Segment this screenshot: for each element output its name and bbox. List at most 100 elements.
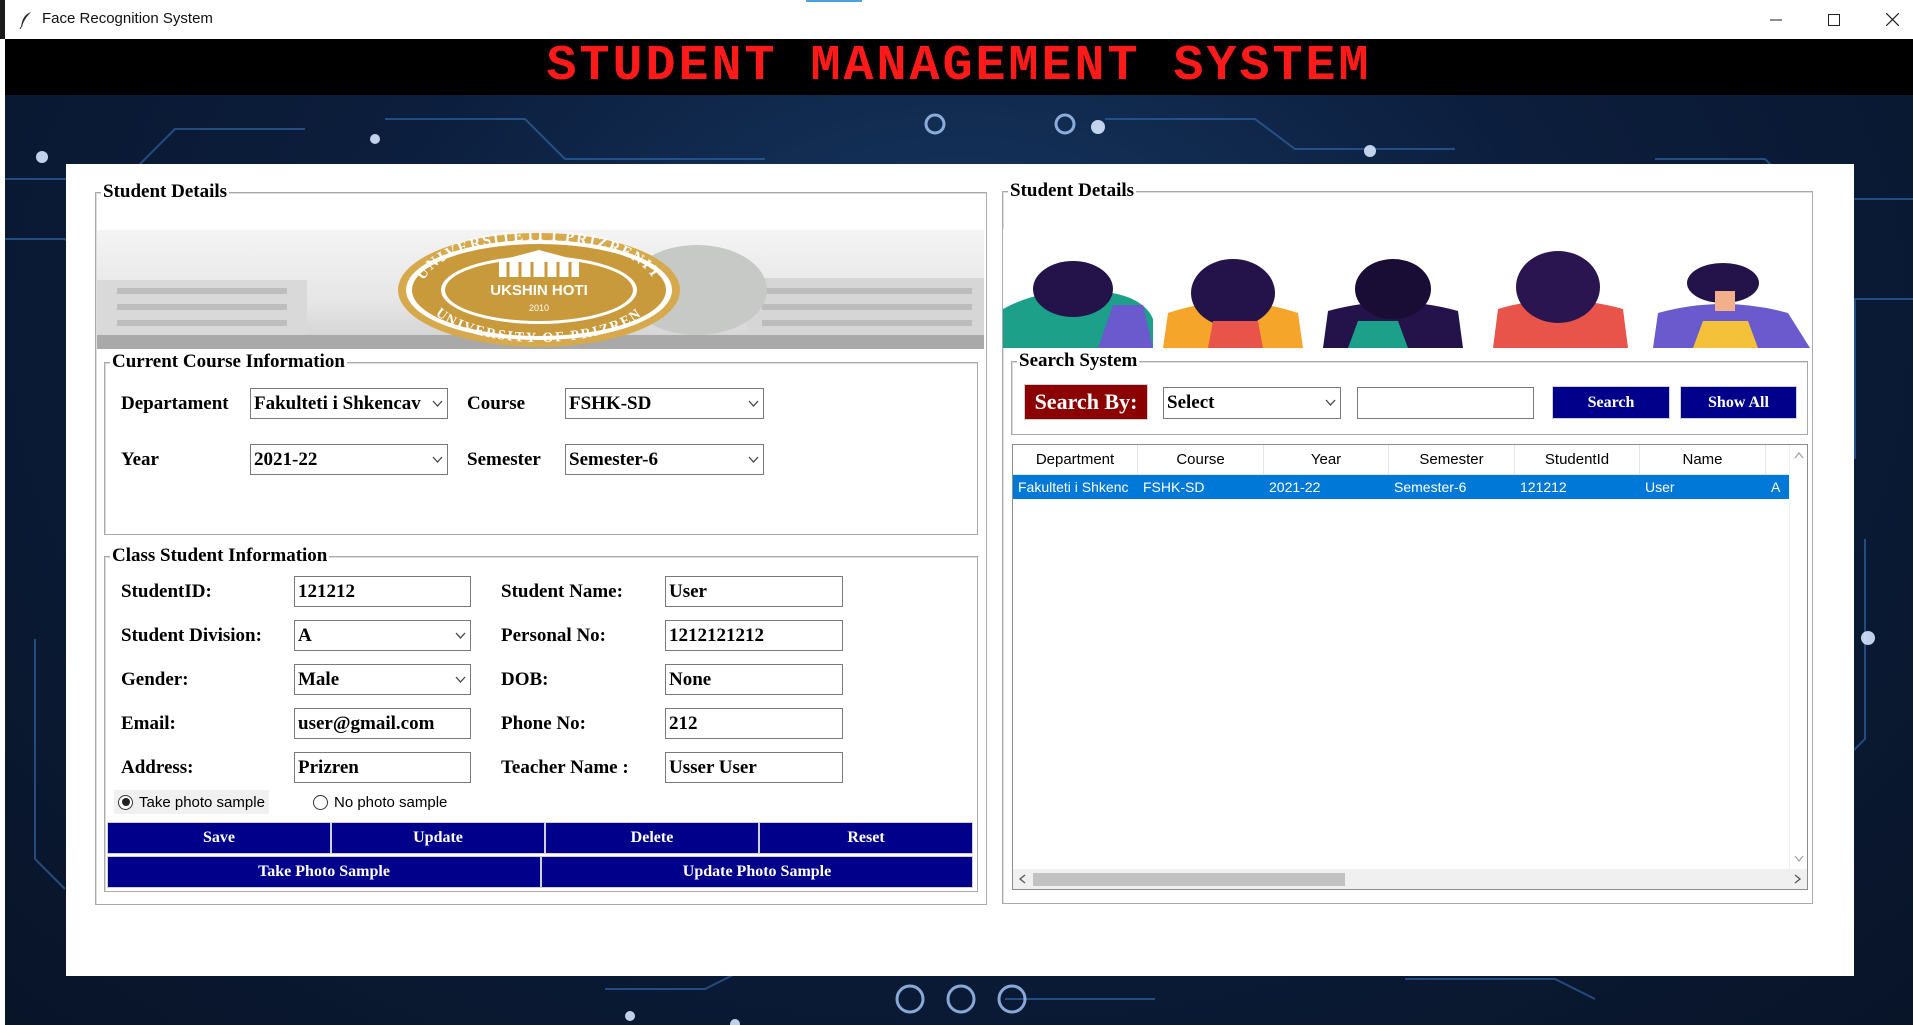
cell-semester: Semester-6 bbox=[1394, 479, 1467, 495]
column-header-studentid[interactable]: StudentId bbox=[1515, 445, 1640, 475]
address-label: Address: bbox=[121, 757, 194, 778]
students-banner bbox=[1003, 229, 1810, 348]
course-select[interactable]: FSHK-SD bbox=[565, 388, 764, 419]
left-frame-title: Student Details bbox=[101, 181, 230, 202]
course-select-value: FSHK-SD bbox=[569, 393, 652, 414]
student-id-label: StudentID: bbox=[121, 581, 212, 602]
feather-icon bbox=[19, 12, 31, 29]
cell-division: A bbox=[1771, 479, 1781, 495]
year-label: Year bbox=[121, 449, 159, 470]
email-field[interactable]: user@gmail.com bbox=[294, 708, 471, 739]
semester-label: Semester bbox=[467, 449, 541, 470]
column-header-overflow[interactable] bbox=[1766, 445, 1790, 475]
take-photo-radio[interactable]: Take photo sample bbox=[114, 790, 269, 814]
maximize-button[interactable] bbox=[1805, 0, 1863, 39]
take-photo-sample-button[interactable]: Take Photo Sample bbox=[107, 856, 541, 888]
chevron-down-icon bbox=[748, 400, 759, 407]
maximize-icon bbox=[1828, 13, 1840, 26]
show-all-button[interactable]: Show All bbox=[1680, 386, 1797, 419]
search-button[interactable]: Search bbox=[1552, 386, 1670, 419]
chevron-down-icon bbox=[455, 632, 466, 639]
dob-field[interactable]: None bbox=[665, 664, 843, 695]
teacher-label: Teacher Name : bbox=[501, 757, 629, 778]
student-id-field[interactable]: 121212 bbox=[294, 576, 471, 607]
semester-select-value: Semester-6 bbox=[569, 449, 658, 470]
minimize-icon bbox=[1770, 19, 1782, 20]
student-name-label: Student Name: bbox=[501, 581, 623, 602]
current-course-frame bbox=[104, 362, 978, 535]
no-photo-radio[interactable]: No photo sample bbox=[309, 790, 451, 814]
window-titlebar: Face Recognition System bbox=[0, 0, 1913, 39]
division-label: Student Division: bbox=[121, 625, 262, 646]
minimize-button[interactable] bbox=[1747, 0, 1805, 39]
page-title: STUDENT MANAGEMENT SYSTEM bbox=[546, 38, 1372, 95]
cell-name: User bbox=[1645, 479, 1675, 495]
current-course-title: Current Course Information bbox=[110, 351, 347, 372]
right-frame-title: Student Details bbox=[1008, 180, 1137, 201]
gender-label: Gender: bbox=[121, 669, 189, 690]
students-illustration bbox=[1003, 251, 1810, 348]
division-select-value: A bbox=[298, 625, 312, 646]
phone-field[interactable]: 212 bbox=[665, 708, 843, 739]
personal-no-field[interactable]: 1212121212 bbox=[665, 620, 843, 651]
table-row[interactable]: Fakulteti i Shkenc FSHK-SD 2021-22 Semes… bbox=[1013, 475, 1789, 499]
column-header-name[interactable]: Name bbox=[1640, 445, 1766, 475]
chevron-down-icon bbox=[1325, 399, 1336, 406]
radio-checked-icon bbox=[118, 794, 133, 810]
take-photo-radio-label: Take photo sample bbox=[139, 793, 265, 811]
university-banner: UNIVERSITETI I PRIZRENIT UNIVERSITY OF P… bbox=[97, 230, 984, 349]
chevron-down-icon bbox=[432, 456, 443, 463]
svg-text:2010: 2010 bbox=[529, 303, 549, 313]
scroll-down-icon bbox=[1794, 855, 1804, 862]
search-input[interactable] bbox=[1357, 387, 1534, 419]
delete-button[interactable]: Delete bbox=[545, 822, 759, 854]
address-field[interactable]: Prizren bbox=[294, 752, 471, 783]
save-button[interactable]: Save bbox=[107, 822, 331, 854]
update-button[interactable]: Update bbox=[331, 822, 545, 854]
scroll-left-icon bbox=[1018, 874, 1026, 884]
dob-label: DOB: bbox=[501, 669, 549, 690]
column-header-course[interactable]: Course bbox=[1138, 445, 1264, 475]
column-header-semester[interactable]: Semester bbox=[1389, 445, 1515, 475]
cell-year: 2021-22 bbox=[1269, 479, 1321, 495]
course-label: Course bbox=[467, 393, 526, 414]
semester-select[interactable]: Semester-6 bbox=[565, 444, 764, 475]
close-icon bbox=[1885, 13, 1899, 26]
search-by-select-value: Select bbox=[1167, 392, 1215, 413]
search-by-select[interactable]: Select bbox=[1163, 387, 1341, 419]
email-label: Email: bbox=[121, 713, 176, 734]
update-photo-sample-button[interactable]: Update Photo Sample bbox=[541, 856, 973, 888]
department-select[interactable]: Fakulteti i Shkencav bbox=[250, 388, 448, 419]
cell-studentid: 121212 bbox=[1520, 479, 1567, 495]
gender-select[interactable]: Male bbox=[294, 664, 471, 695]
search-by-label: Search By: bbox=[1024, 384, 1148, 420]
chevron-down-icon bbox=[432, 400, 443, 407]
class-student-title: Class Student Information bbox=[110, 545, 330, 566]
student-table[interactable]: Department Course Year Semester StudentI… bbox=[1012, 444, 1808, 890]
personal-no-label: Personal No: bbox=[501, 625, 607, 646]
column-header-year[interactable]: Year bbox=[1264, 445, 1389, 475]
year-select[interactable]: 2021-22 bbox=[250, 444, 448, 475]
search-system-title: Search System bbox=[1017, 350, 1140, 371]
cell-course: FSHK-SD bbox=[1143, 479, 1205, 495]
close-button[interactable] bbox=[1863, 0, 1913, 39]
division-select[interactable]: A bbox=[294, 620, 471, 651]
gender-select-value: Male bbox=[298, 669, 340, 690]
no-photo-radio-label: No photo sample bbox=[334, 793, 448, 811]
student-name-field[interactable]: User bbox=[665, 576, 843, 607]
column-header-department[interactable]: Department bbox=[1013, 445, 1138, 475]
scroll-up-icon bbox=[1794, 452, 1804, 459]
teacher-field[interactable]: Usser User bbox=[665, 752, 843, 783]
radio-unchecked-icon bbox=[313, 794, 328, 810]
header-bar: STUDENT MANAGEMENT SYSTEM bbox=[5, 39, 1913, 95]
horizontal-scroll-thumb[interactable] bbox=[1033, 873, 1345, 886]
cell-department: Fakulteti i Shkenc bbox=[1018, 479, 1129, 495]
svg-text:UKSHIN HOTI: UKSHIN HOTI bbox=[490, 282, 588, 299]
table-header: Department Course Year Semester StudentI… bbox=[1013, 445, 1790, 475]
department-select-value: Fakulteti i Shkencav bbox=[254, 393, 421, 414]
horizontal-scrollbar[interactable] bbox=[1013, 869, 1807, 889]
vertical-scrollbar[interactable] bbox=[1789, 445, 1807, 869]
year-select-value: 2021-22 bbox=[254, 449, 318, 470]
window-title: Face Recognition System bbox=[42, 10, 213, 27]
reset-button[interactable]: Reset bbox=[759, 822, 973, 854]
